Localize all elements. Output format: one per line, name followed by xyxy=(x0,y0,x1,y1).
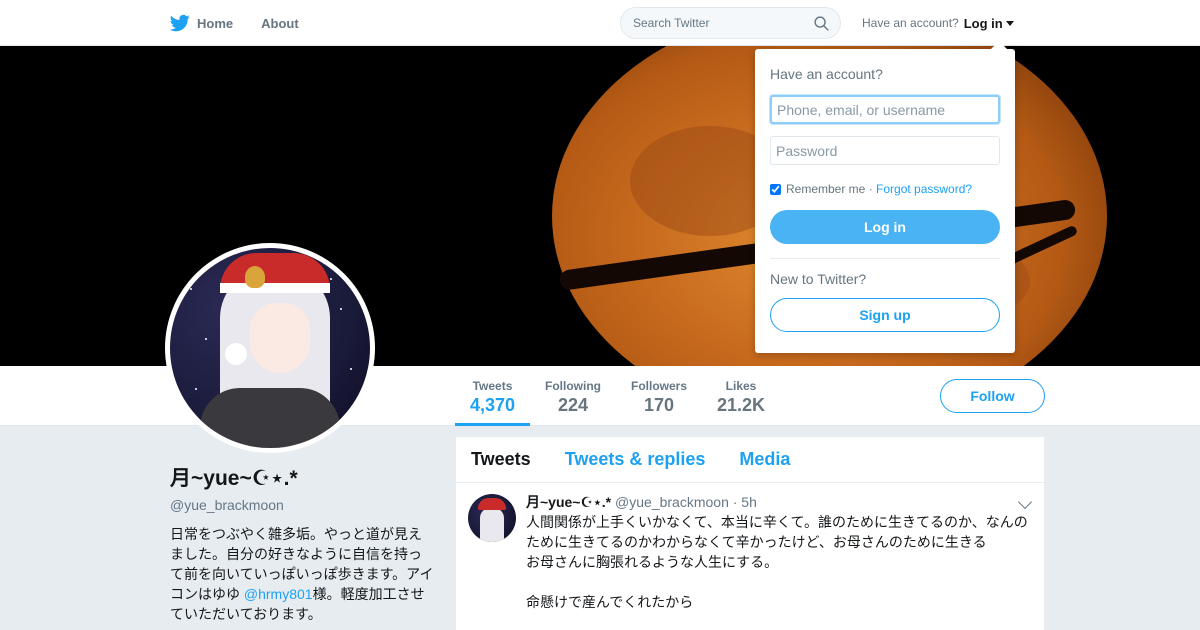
top-navigation: Home About Have an account? Log in xyxy=(0,0,1200,46)
follow-button[interactable]: Follow xyxy=(940,379,1045,413)
tweet[interactable]: 月~yue~☪︎⋆.* @yue_brackmoon · 5h 人間関係が上手く… xyxy=(456,483,1044,612)
display-name[interactable]: 月~yue~☪︎⋆.* xyxy=(170,462,435,492)
dropdown-caret xyxy=(991,41,1007,49)
avatar-image xyxy=(170,248,370,448)
profile-handle[interactable]: @yue_brackmoon xyxy=(170,497,435,513)
stat-following[interactable]: Following 224 xyxy=(538,366,608,426)
remember-me-checkbox[interactable] xyxy=(770,183,781,195)
login-button[interactable]: Log in xyxy=(770,210,1000,244)
search-input[interactable] xyxy=(633,16,803,30)
nav-about-label: About xyxy=(261,15,299,31)
remember-me-label[interactable]: Remember me xyxy=(786,182,865,196)
avatar[interactable] xyxy=(165,243,375,453)
tweet-text: 人間関係が上手くいかなくて、本当に辛くて。誰のために生きてるのか、なんのために生… xyxy=(526,514,1028,610)
have-account-text: Have an account? xyxy=(862,16,959,30)
caret-down-icon xyxy=(1005,20,1014,26)
login-heading: Have an account? xyxy=(770,66,883,82)
stat-followers[interactable]: Followers 170 xyxy=(624,366,694,426)
twitter-bird-icon xyxy=(170,14,190,32)
stat-label: Tweets xyxy=(472,379,513,393)
stat-likes[interactable]: Likes 21.2K xyxy=(710,366,772,426)
nav-about[interactable]: About xyxy=(261,16,299,31)
tweet-author-handle[interactable]: @yue_brackmoon xyxy=(615,494,729,510)
nav-home[interactable]: Home xyxy=(170,13,233,33)
stat-value: 170 xyxy=(643,395,675,415)
bio-mention-link[interactable]: @hrmy801 xyxy=(244,586,313,602)
login-dropdown: Have an account? Remember me · Forgot pa… xyxy=(755,49,1015,353)
search-box xyxy=(620,7,841,39)
nav-home-label: Home xyxy=(197,15,234,31)
forgot-password-link[interactable]: Forgot password? xyxy=(876,182,972,196)
search-icon[interactable] xyxy=(813,15,830,32)
tweet-author-name[interactable]: 月~yue~☪︎⋆.* xyxy=(526,494,611,510)
tweet-timestamp[interactable]: · 5h xyxy=(733,494,757,510)
stat-value: 4,370 xyxy=(469,395,516,415)
account-area: Have an account? Log in xyxy=(862,0,1014,46)
stat-value: 21.2K xyxy=(716,395,766,415)
stat-tweets[interactable]: Tweets 4,370 xyxy=(455,366,530,426)
stat-label: Following xyxy=(545,379,601,393)
divider xyxy=(770,258,1000,259)
separator: · xyxy=(865,182,877,196)
login-link-label: Log in xyxy=(963,15,1003,31)
signup-button[interactable]: Sign up xyxy=(770,298,1000,332)
timeline: Tweets Tweets & replies Media 月~yue~☪︎⋆.… xyxy=(456,437,1044,630)
tab-tweets-replies[interactable]: Tweets & replies xyxy=(565,449,706,470)
tab-media[interactable]: Media xyxy=(739,449,790,470)
new-to-twitter-text: New to Twitter? xyxy=(770,271,867,287)
remember-row: Remember me · Forgot password? xyxy=(770,182,1000,196)
username-field[interactable] xyxy=(770,95,1000,124)
timeline-tabs: Tweets Tweets & replies Media xyxy=(456,437,1044,483)
profile-card: 月~yue~☪︎⋆.* @yue_brackmoon 日常をつぶやく雑多垢。やっ… xyxy=(170,462,435,624)
password-field[interactable] xyxy=(770,136,1000,165)
tweet-avatar[interactable] xyxy=(468,494,516,542)
tab-tweets[interactable]: Tweets xyxy=(471,449,531,470)
stat-value: 224 xyxy=(557,395,589,415)
stat-label: Likes xyxy=(725,379,757,393)
profile-bio: 日常をつぶやく雑多垢。やっと道が見えました。自分の好きなように自信を持って前を向… xyxy=(170,524,435,624)
login-menu-toggle[interactable]: Log in xyxy=(964,16,1014,31)
stat-label: Followers xyxy=(630,379,687,393)
nav-left: Home About xyxy=(170,0,327,46)
tweet-header: 月~yue~☪︎⋆.* @yue_brackmoon · 5h xyxy=(526,493,1029,511)
